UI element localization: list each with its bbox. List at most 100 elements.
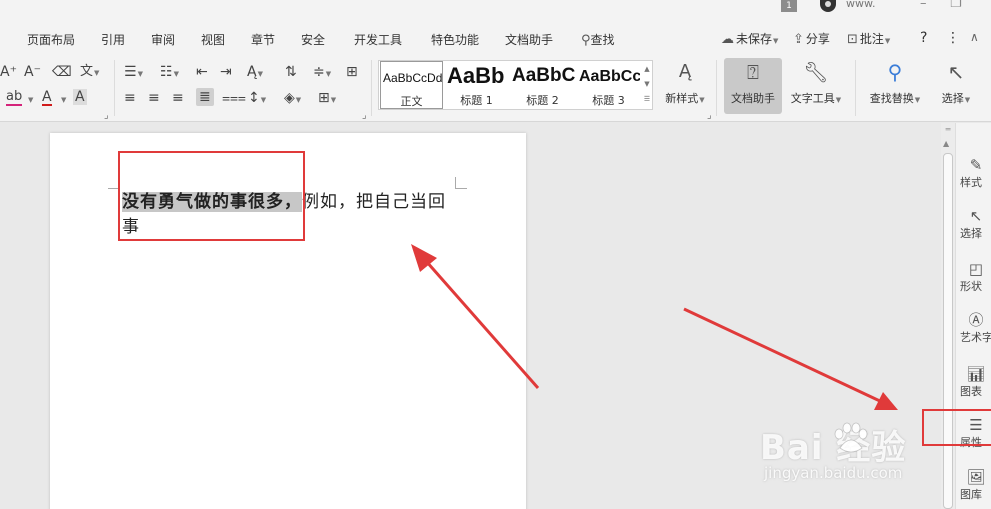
more-button[interactable]: ⋮ [946, 30, 960, 46]
sidebar-item-label: 形状 [960, 280, 982, 293]
sidebar-item-select[interactable]: ↖ 选择 [956, 207, 991, 241]
margin-corner-marker [455, 177, 467, 189]
sidebar-item-gallery[interactable]: 🖼︎ 图库 [956, 468, 991, 502]
menu-search[interactable]: ⚲查找 [581, 31, 615, 48]
chevron-down-icon[interactable]: ▼ [61, 92, 66, 108]
distribute-icon[interactable]: ⩶ [222, 90, 246, 106]
cloud-icon: ☁ [721, 32, 734, 47]
menu-page-layout[interactable]: 页面布局 [27, 31, 75, 48]
doc-assistant-label: 文档助手 [731, 92, 775, 105]
style-name: 标题 1 [460, 94, 493, 107]
menu-dev-tools[interactable]: 开发工具 [354, 31, 402, 48]
chevron-up-icon[interactable]: ▲ [641, 62, 653, 77]
chevron-down-icon: ▼ [94, 69, 100, 77]
table-insert-icon[interactable]: ⊞ [346, 64, 358, 80]
art-text-icon: Ⓐ [968, 311, 984, 329]
menu-references[interactable]: 引用 [101, 31, 125, 48]
tab-count-badge[interactable]: 1 [781, 0, 797, 12]
select-button[interactable]: ↖ 选择▼ [932, 58, 980, 114]
decrease-indent-icon[interactable]: ⇤ [196, 64, 208, 80]
phonetic-guide-button[interactable]: 文▼ [80, 64, 99, 81]
minimize-button[interactable]: – [920, 0, 927, 11]
scroll-grip-icon[interactable]: ═ [945, 126, 951, 134]
group-launcher-icon[interactable]: ⌟ [362, 108, 367, 124]
text-direction-icon[interactable]: Ą▼ [247, 64, 263, 82]
highlight-color-button[interactable]: ab [6, 90, 23, 106]
find-replace-button[interactable]: ⚲ 查找替换▼ [864, 58, 926, 114]
doc-assistant-button[interactable]: ⍰ 文档助手 [724, 58, 782, 114]
menu-security[interactable]: 安全 [301, 31, 325, 48]
sidebar-item-label: 图表 [960, 385, 982, 398]
share-icon: ⇪ [793, 32, 804, 47]
clear-format-icon[interactable]: ⌫ [52, 64, 72, 80]
select-label: 选择 [941, 92, 964, 105]
user-label[interactable]: www. [846, 0, 875, 10]
font-shrink-button[interactable]: A⁻ [24, 64, 41, 80]
sort-icon[interactable]: ⇅ [285, 64, 297, 80]
style-heading-3[interactable]: AaBbCc 标题 3 [577, 61, 640, 109]
style-heading-2[interactable]: AaBbC 标题 2 [510, 61, 575, 109]
restore-button[interactable]: ❐ [950, 0, 962, 11]
help-button[interactable]: ? [920, 30, 927, 46]
borders-icon[interactable]: ⊞▼ [318, 90, 336, 108]
group-launcher-icon[interactable]: ⌟ [707, 108, 712, 124]
menu-view[interactable]: 视图 [201, 31, 225, 48]
save-status-button[interactable]: ☁ 未保存▼ [721, 30, 778, 47]
watermark-url: jingyan.baidu.com [764, 464, 903, 482]
chevron-down-icon[interactable]: ▼ [641, 77, 653, 92]
align-left-icon[interactable]: ≡ [124, 90, 136, 106]
text-tools-button[interactable]: 🔧︎ 文字工具▼ [786, 58, 846, 114]
increase-indent-icon[interactable]: ⇥ [220, 64, 232, 80]
avatar[interactable] [820, 0, 836, 12]
style-name: 标题 3 [592, 94, 625, 107]
chevron-down-icon: ▼ [835, 96, 842, 104]
gallery-scroll[interactable]: ▲ ▼ ☰ [641, 62, 653, 107]
style-gallery: AaBbCcDd 正文 AaBb 标题 1 AaBbC 标题 2 AaBbCc … [378, 60, 653, 110]
scroll-up-arrow-icon[interactable]: ▲ [943, 139, 949, 148]
line-spacing-icon[interactable]: ↕▼ [248, 90, 266, 108]
sidebar-item-shapes[interactable]: ◰ 形状 [956, 260, 991, 294]
justify-icon[interactable]: ≣ [196, 88, 214, 106]
style-preview: AaBbCc [579, 68, 640, 85]
font-grow-button[interactable]: A⁺ [0, 64, 17, 80]
menu-review[interactable]: 审阅 [151, 31, 175, 48]
share-button[interactable]: ⇪ 分享 [793, 30, 830, 47]
sidebar-item-label: 图库 [960, 488, 982, 501]
cursor-icon: ↖ [947, 60, 965, 84]
numbered-list-icon[interactable]: ☷▼ [160, 64, 179, 82]
collapse-ribbon-button[interactable]: ∧ [970, 30, 979, 44]
group-divider [855, 60, 856, 116]
style-normal[interactable]: AaBbCcDd 正文 [380, 61, 443, 109]
comment-icon: ⊡ [847, 32, 858, 47]
menu-doc-assistant[interactable]: 文档助手 [505, 31, 553, 48]
font-color-button[interactable]: A [42, 90, 52, 106]
group-launcher-icon[interactable]: ⌟ [104, 108, 109, 124]
style-name: 正文 [400, 95, 423, 108]
title-bar: 1 www. – ❐ [0, 0, 991, 14]
shapes-icon: ◰ [968, 260, 984, 278]
sidebar-item-chart[interactable]: 📊︎ 图表 [956, 365, 991, 399]
new-style-button[interactable]: Ą 新样式▼ [660, 58, 710, 114]
magnifier-icon: ⚲ [887, 60, 903, 84]
comment-button[interactable]: ⊡ 批注▼ [847, 30, 890, 47]
image-icon: 🖼︎ [966, 468, 986, 486]
style-name: 标题 2 [526, 94, 559, 107]
line-spacing-options-icon[interactable]: ≑▼ [313, 64, 331, 82]
gallery-expand-icon[interactable]: ☰ [641, 92, 653, 107]
chevron-down-icon: ▼ [914, 96, 921, 104]
menu-section[interactable]: 章节 [251, 31, 275, 48]
style-heading-1[interactable]: AaBb 标题 1 [445, 61, 508, 109]
menu-features[interactable]: 特色功能 [431, 31, 479, 48]
share-label: 分享 [805, 32, 830, 46]
align-center-icon[interactable]: ≡ [148, 90, 160, 106]
sidebar-item-art-text[interactable]: Ⓐ 艺术字 [956, 311, 991, 345]
align-right-icon[interactable]: ≡ [172, 90, 184, 106]
group-divider [114, 60, 115, 116]
sidebar-item-style[interactable]: ✎ 样式 [956, 156, 991, 190]
char-shading-button[interactable]: A [73, 89, 87, 105]
bullet-list-icon[interactable]: ☰▼ [124, 64, 143, 82]
shading-icon[interactable]: ◈▼ [284, 90, 301, 108]
text-tools-label: 文字工具 [790, 92, 835, 105]
highlight-box-text [118, 151, 305, 241]
chevron-down-icon[interactable]: ▼ [28, 92, 33, 108]
